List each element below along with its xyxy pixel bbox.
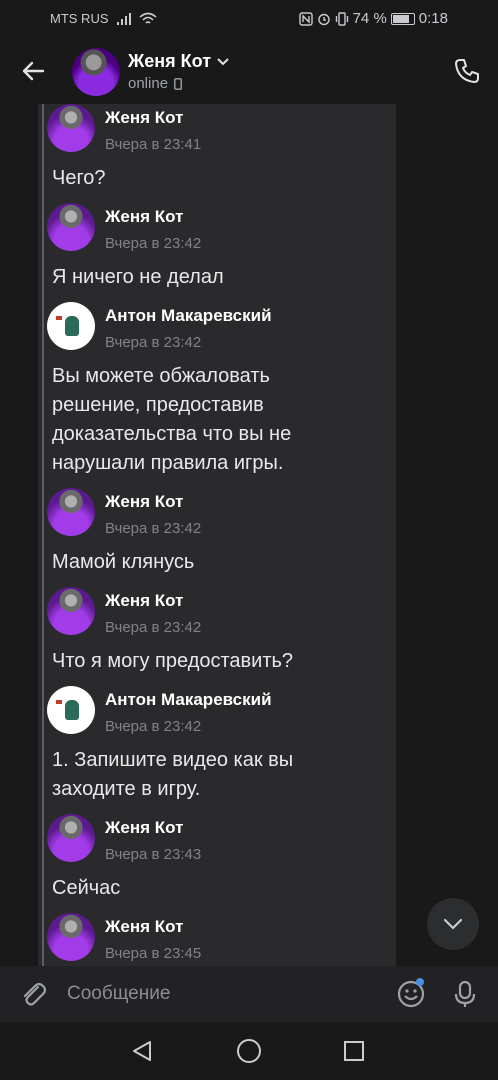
vibrate-icon [335, 11, 348, 26]
battery-percent: 74 % [352, 10, 387, 27]
carrier-label: MTS RUS [50, 11, 109, 26]
message-time: Вчера в 23:42 [105, 235, 202, 252]
list-item: Женя Кот Вчера в 23:41 Чего? [38, 104, 396, 203]
avatar[interactable] [47, 104, 95, 152]
message-time: Вчера в 23:45 [105, 945, 202, 962]
message-composer: Сообщение [0, 966, 498, 1022]
message-time: Вчера в 23:42 [105, 334, 202, 351]
avatar[interactable] [47, 913, 95, 961]
message-text: Вы можете обжаловать решение, предостави… [52, 365, 292, 474]
nfc-icon [298, 11, 313, 26]
microphone-icon[interactable] [450, 979, 480, 1009]
status-bar: MTS RUS 74 % 0:18 [0, 0, 498, 38]
phone-icon[interactable] [452, 56, 482, 86]
nav-home-icon[interactable] [237, 1039, 261, 1063]
message-list: Женя Кот Вчера в 23:41 Чего? Женя Кот Вч… [38, 104, 396, 966]
battery-icon [390, 12, 415, 25]
message-text: Чего? [52, 167, 106, 189]
chat-header: Женя Кот online [0, 38, 498, 104]
message-text: Мамой клянусь [52, 551, 195, 573]
mobile-icon [174, 77, 182, 90]
sender-name[interactable]: Антон Макаревский [105, 690, 272, 710]
sender-name[interactable]: Женя Кот [105, 207, 201, 227]
scroll-down-button[interactable] [427, 898, 479, 950]
chevron-down-icon [217, 57, 229, 65]
list-item: Женя Кот Вчера в 23:42 Что я могу предос… [38, 587, 396, 686]
message-time: Вчера в 23:43 [105, 846, 202, 863]
avatar[interactable] [47, 587, 95, 635]
nav-back-icon[interactable] [130, 1039, 154, 1063]
list-item: Женя Кот Вчера в 23:42 Я ничего не делал [38, 203, 396, 302]
sender-name[interactable]: Антон Макаревский [105, 306, 272, 326]
avatar[interactable] [47, 686, 95, 734]
sender-name[interactable]: Женя Кот [105, 492, 201, 512]
sender-name[interactable]: Женя Кот [105, 591, 201, 611]
avatar[interactable] [47, 814, 95, 862]
online-label: online [128, 75, 169, 92]
message-time: Вчера в 23:41 [105, 136, 202, 153]
message-text: Сейчас [52, 877, 121, 899]
notification-dot [416, 978, 424, 986]
list-item: Антон Макаревский Вчера в 23:42 1. Запиш… [38, 686, 396, 814]
forwarded-messages-panel[interactable]: Женя Кот Вчера в 23:41 Чего? Женя Кот Вч… [38, 104, 396, 966]
avatar[interactable] [47, 488, 95, 536]
sender-name[interactable]: Женя Кот [105, 917, 201, 937]
sender-name[interactable]: Женя Кот [105, 818, 201, 838]
message-text: Я ничего не делал [52, 266, 224, 288]
contact-status: online [128, 75, 182, 92]
forward-indicator-line [42, 104, 44, 966]
message-time: Вчера в 23:42 [105, 718, 202, 735]
alarm-icon [317, 13, 330, 25]
chevron-down-icon [443, 918, 463, 930]
message-time: Вчера в 23:42 [105, 520, 202, 537]
signal-icon [116, 12, 131, 25]
system-navigation-bar [0, 1022, 498, 1080]
clock: 0:18 [418, 10, 448, 27]
nav-recents-icon[interactable] [344, 1041, 364, 1061]
avatar[interactable] [72, 48, 120, 96]
contact-name-label: Женя Кот [128, 51, 212, 71]
message-text: 1. Запишите видео как вы заходите в игру… [52, 749, 294, 800]
paperclip-icon[interactable] [18, 979, 48, 1009]
list-item: Антон Макаревский Вчера в 23:42 Вы может… [38, 302, 396, 488]
message-time: Вчера в 23:42 [105, 619, 202, 636]
list-item: Женя Кот Вчера в 23:42 Мамой клянусь [38, 488, 396, 587]
arrow-left-icon[interactable] [18, 56, 48, 86]
sender-name[interactable]: Женя Кот [105, 108, 201, 128]
contact-name[interactable]: Женя Кот [128, 51, 229, 72]
wifi-icon [138, 12, 157, 24]
list-item: Женя Кот Вчера в 23:45 Вот [38, 913, 396, 966]
list-item: Женя Кот Вчера в 23:43 Сейчас [38, 814, 396, 913]
avatar[interactable] [47, 302, 95, 350]
message-input[interactable]: Сообщение [67, 983, 170, 1005]
message-text: Что я могу предоставить? [52, 650, 294, 672]
avatar[interactable] [47, 203, 95, 251]
